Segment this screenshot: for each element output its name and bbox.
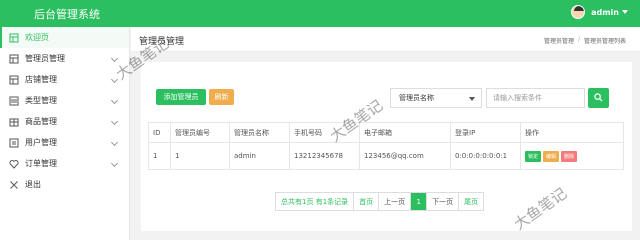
- column-header: 管理员编号: [170, 122, 230, 143]
- sidebar-item-label: 类型管理: [25, 96, 57, 105]
- user-name[interactable]: admin: [591, 8, 619, 17]
- chevron-down-icon: [110, 159, 119, 168]
- table-row: 1 1 admin 13212345678 123456@qq.com 0:0:…: [148, 142, 624, 170]
- column-header: 管理员名称: [229, 122, 290, 143]
- current-page[interactable]: 1: [411, 193, 428, 210]
- column-header: 操作: [520, 122, 624, 143]
- admin-table: ID 管理员编号 管理员名称 手机号码 电子邮箱 登录IP 操作 1 1 adm…: [148, 122, 624, 170]
- cell-phone: 13212345678: [289, 142, 360, 170]
- user-icon: [9, 138, 19, 148]
- first-page-button[interactable]: 首页: [354, 193, 380, 210]
- sidebar-item-logout[interactable]: 退出: [0, 174, 129, 195]
- search-icon: [594, 92, 603, 104]
- top-bar: 后台管理系统 admin: [0, 0, 640, 27]
- user-menu[interactable]: admin: [571, 5, 628, 19]
- list-icon: [9, 96, 19, 106]
- chevron-down-icon[interactable]: [622, 10, 628, 14]
- cell-ip: 0:0:0:0:0:0:0:1: [450, 142, 521, 170]
- delete-button[interactable]: 删除: [561, 150, 578, 162]
- goods-icon: [9, 117, 19, 127]
- search-field-value: 管理员名称: [399, 94, 434, 102]
- breadcrumb-item: 管理员管理列表: [583, 38, 626, 45]
- content-header: 管理员管理 管理员管理 / 管理员管理列表: [131, 27, 640, 52]
- sidebar-item-label: 商品管理: [25, 117, 57, 126]
- sidebar-item-label: 欢迎页: [25, 33, 49, 42]
- table-icon: [9, 54, 19, 64]
- refresh-button[interactable]: 刷新: [209, 89, 234, 105]
- home-icon: [9, 33, 19, 43]
- sidebar-item-types[interactable]: 类型管理: [0, 90, 129, 111]
- prev-page-button[interactable]: 上一页: [379, 193, 412, 210]
- sidebar-item-label: 订单管理: [25, 159, 57, 168]
- search-button[interactable]: [588, 88, 609, 108]
- sidebar-item-label: 用户管理: [25, 138, 57, 147]
- chevron-down-icon: [110, 96, 119, 105]
- search-input[interactable]: 请输入搜索条件: [486, 88, 585, 108]
- cell-actions: 锁定 编辑 删除: [520, 142, 624, 170]
- sidebar-item-label: 管理员管理: [25, 54, 65, 63]
- sidebar-item-label: 店铺管理: [25, 75, 57, 84]
- page-summary: 总共有1页 有1条记录: [276, 193, 355, 210]
- chevron-down-icon: [110, 138, 119, 147]
- sidebar: 欢迎页 管理员管理 店铺管理 类型管理 商品管理 用户管理 订单管理 退出: [0, 27, 130, 240]
- app-title: 后台管理系统: [34, 7, 100, 21]
- page-count-text: 总共有1页: [281, 197, 314, 206]
- breadcrumb-separator: /: [577, 36, 580, 43]
- cell-code: 1: [170, 142, 230, 170]
- breadcrumb-item[interactable]: 管理员管理: [544, 36, 574, 45]
- column-header: ID: [148, 122, 171, 143]
- sidebar-item-welcome[interactable]: 欢迎页: [0, 27, 129, 48]
- column-header: 登录IP: [450, 122, 521, 143]
- pagination: 总共有1页 有1条记录 首页 上一页 1 下一页 尾页: [275, 192, 485, 211]
- last-page-button[interactable]: 尾页: [459, 193, 483, 210]
- store-icon: [9, 75, 19, 85]
- sidebar-item-label: 退出: [25, 180, 41, 189]
- table-header-row: ID 管理员编号 管理员名称 手机号码 电子邮箱 登录IP 操作: [148, 122, 624, 143]
- breadcrumb: 管理员管理 / 管理员管理列表: [544, 36, 626, 45]
- chevron-down-icon: [469, 97, 475, 101]
- close-icon: [9, 180, 19, 190]
- sidebar-item-admins[interactable]: 管理员管理: [0, 48, 129, 69]
- sidebar-item-goods[interactable]: 商品管理: [0, 111, 129, 132]
- heart-icon: [9, 159, 19, 169]
- cell-email: 123456@qq.com: [359, 142, 451, 170]
- column-header: 电子邮箱: [359, 122, 451, 143]
- chevron-down-icon: [110, 54, 119, 63]
- sidebar-item-users[interactable]: 用户管理: [0, 132, 129, 153]
- sidebar-item-stores[interactable]: 店铺管理: [0, 69, 129, 90]
- cell-id: 1: [148, 142, 171, 170]
- chevron-down-icon: [110, 117, 119, 126]
- lock-button[interactable]: 锁定: [525, 150, 542, 162]
- sidebar-item-orders[interactable]: 订单管理: [0, 153, 129, 174]
- add-admin-button[interactable]: 添加管理员: [156, 89, 206, 105]
- record-count-text: 有1条记录: [315, 197, 349, 206]
- chevron-down-icon: [110, 75, 119, 84]
- next-page-button[interactable]: 下一页: [427, 193, 460, 210]
- cell-name: admin: [229, 142, 290, 170]
- edit-button[interactable]: 编辑: [543, 150, 560, 162]
- avatar[interactable]: [571, 5, 586, 19]
- search-field-select[interactable]: 管理员名称: [390, 88, 482, 108]
